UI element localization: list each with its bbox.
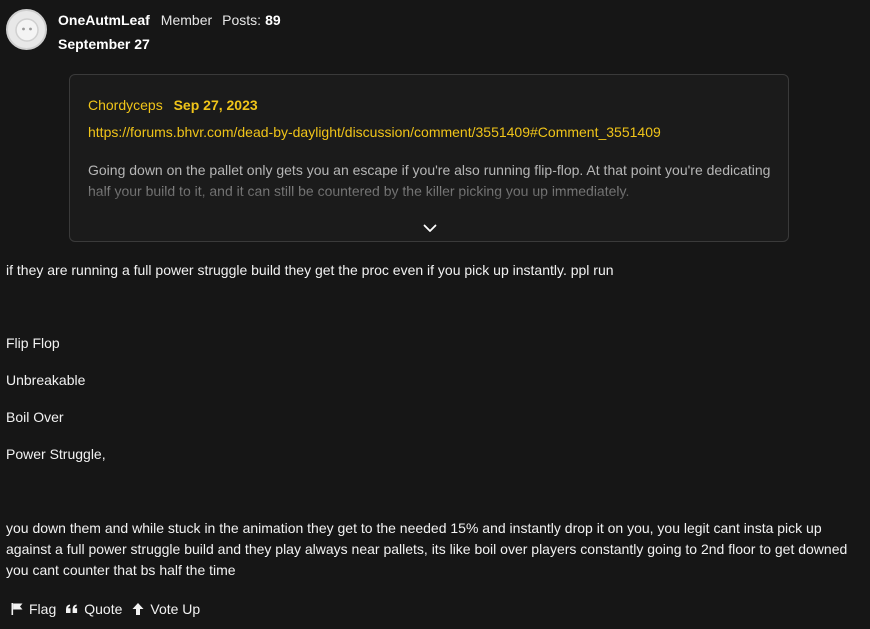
- avatar[interactable]: [6, 9, 47, 50]
- perk-item: Unbreakable: [6, 372, 86, 388]
- flag-icon: [11, 603, 23, 615]
- chevron-down-icon: [423, 224, 437, 232]
- quote-body: Going down on the pallet only gets you a…: [88, 162, 771, 199]
- avatar-face-icon: [14, 17, 39, 42]
- body-line-intro: if they are running a full power struggl…: [6, 262, 614, 278]
- quote-author[interactable]: Chordyceps: [88, 97, 163, 113]
- quote-date[interactable]: Sep 27, 2023: [174, 97, 258, 113]
- author-role: Member: [160, 12, 213, 28]
- quote-icon: [66, 604, 78, 613]
- author-posts-count: 89: [265, 12, 281, 28]
- author-meta: OneAutmLeaf Member Posts: 89: [58, 12, 281, 28]
- quote-block: Chordyceps Sep 27, 2023 https://forums.b…: [69, 74, 789, 242]
- vote-up-label: Vote Up: [150, 601, 201, 617]
- flag-button[interactable]: Flag: [10, 601, 56, 617]
- perk-item: Power Struggle,: [6, 446, 106, 462]
- post-date[interactable]: September 27: [58, 36, 150, 52]
- author-posts-label: Posts:: [222, 12, 262, 28]
- perk-item: Flip Flop: [6, 335, 60, 351]
- author-name[interactable]: OneAutmLeaf: [58, 12, 150, 28]
- quote-link[interactable]: https://forums.bhvr.com/dead-by-daylight…: [88, 124, 661, 140]
- body-paragraph-line: you down them and while stuck in the ani…: [6, 520, 822, 536]
- vote-up-button[interactable]: Vote Up: [131, 601, 200, 617]
- forum-post: OneAutmLeaf Member Posts: 89 September 2…: [0, 0, 870, 629]
- quote-header: Chordyceps Sep 27, 2023: [88, 97, 258, 113]
- perk-item: Boil Over: [6, 409, 64, 425]
- arrow-up-icon: [132, 603, 144, 615]
- quote-label: Quote: [84, 601, 123, 617]
- expand-quote-button[interactable]: [420, 221, 440, 235]
- quote-button[interactable]: Quote: [65, 601, 122, 617]
- body-paragraph-line: against a full power struggle build and …: [6, 541, 848, 557]
- flag-label: Flag: [29, 601, 57, 617]
- post-actions: Flag Quote Vote Up: [10, 601, 209, 617]
- body-paragraph-line: you cant counter that bs half the time: [6, 562, 236, 578]
